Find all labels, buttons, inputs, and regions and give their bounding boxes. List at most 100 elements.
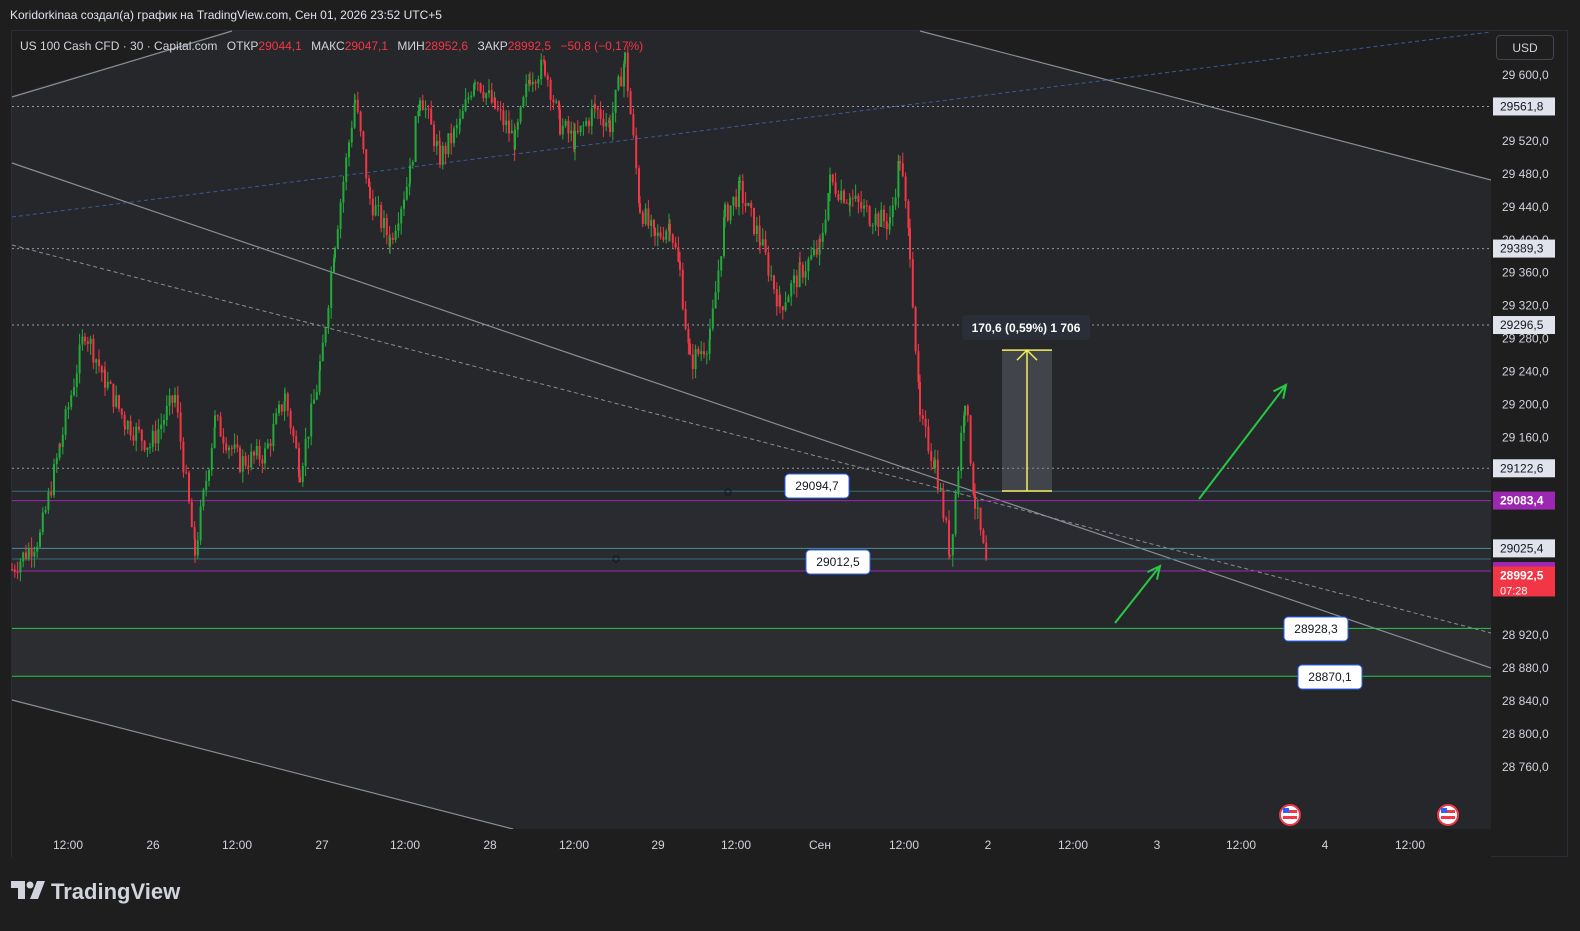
candle-down[interactable] bbox=[171, 395, 174, 403]
candle-down[interactable] bbox=[109, 381, 112, 384]
candle-down[interactable] bbox=[779, 294, 781, 307]
candle-up[interactable] bbox=[720, 256, 723, 271]
candle-down[interactable] bbox=[599, 109, 602, 119]
candle-up[interactable] bbox=[714, 292, 717, 309]
candle-up[interactable] bbox=[210, 447, 213, 471]
candle-down[interactable] bbox=[98, 359, 100, 366]
candle-down[interactable] bbox=[588, 120, 590, 127]
candle-up[interactable] bbox=[807, 259, 810, 272]
candle-down[interactable] bbox=[427, 108, 430, 110]
candle-up[interactable] bbox=[374, 205, 377, 216]
candle-up[interactable] bbox=[793, 275, 795, 284]
candle-down[interactable] bbox=[919, 382, 921, 416]
candle-down[interactable] bbox=[433, 124, 435, 147]
candle-down[interactable] bbox=[689, 343, 691, 355]
candle-down[interactable] bbox=[25, 552, 27, 559]
candle-up[interactable] bbox=[747, 203, 750, 206]
candle-down[interactable] bbox=[945, 518, 948, 521]
candle-down[interactable] bbox=[609, 120, 611, 132]
candle-down[interactable] bbox=[921, 415, 924, 419]
candle-up[interactable] bbox=[897, 161, 900, 198]
candle-down[interactable] bbox=[697, 348, 700, 354]
candle-up[interactable] bbox=[824, 219, 827, 233]
candle-down[interactable] bbox=[230, 447, 233, 449]
candle-down[interactable] bbox=[365, 149, 368, 179]
candle-down[interactable] bbox=[502, 110, 505, 126]
candle-up[interactable] bbox=[470, 95, 473, 98]
candle-up[interactable] bbox=[160, 424, 163, 430]
candle-up[interactable] bbox=[324, 328, 327, 343]
candle-down[interactable] bbox=[735, 196, 738, 208]
candle-down[interactable] bbox=[677, 247, 680, 262]
candle-up[interactable] bbox=[419, 100, 421, 111]
candle-down[interactable] bbox=[948, 520, 950, 555]
candle-up[interactable] bbox=[47, 491, 50, 510]
candle-up[interactable] bbox=[770, 275, 773, 277]
candle-up[interactable] bbox=[522, 97, 525, 107]
candle-down[interactable] bbox=[385, 218, 388, 236]
candle-down[interactable] bbox=[647, 208, 650, 226]
candle-up[interactable] bbox=[318, 370, 321, 392]
candle-down[interactable] bbox=[942, 489, 945, 519]
candle-up[interactable] bbox=[228, 447, 230, 451]
candle-down[interactable] bbox=[100, 365, 103, 373]
candle-down[interactable] bbox=[831, 174, 834, 183]
candle-up[interactable] bbox=[278, 404, 280, 414]
tradingview-footer[interactable]: TradingView bbox=[11, 878, 180, 908]
candle-down[interactable] bbox=[972, 463, 975, 495]
candle-down[interactable] bbox=[775, 289, 778, 307]
candle-down[interactable] bbox=[546, 75, 549, 80]
candle-down[interactable] bbox=[687, 329, 690, 344]
candle-up[interactable] bbox=[53, 464, 55, 496]
candle-up[interactable] bbox=[617, 76, 620, 90]
candle-down[interactable] bbox=[176, 395, 179, 413]
candle-up[interactable] bbox=[233, 444, 236, 449]
candle-up[interactable] bbox=[36, 546, 39, 552]
candle-up[interactable] bbox=[441, 145, 444, 165]
candle-down[interactable] bbox=[190, 501, 193, 528]
candle-up[interactable] bbox=[414, 116, 417, 162]
candle-down[interactable] bbox=[118, 395, 120, 409]
candle-down[interactable] bbox=[966, 405, 969, 416]
candle-up[interactable] bbox=[78, 344, 81, 374]
candle-down[interactable] bbox=[596, 107, 599, 110]
candle-up[interactable] bbox=[485, 93, 488, 99]
candle-down[interactable] bbox=[359, 111, 362, 132]
candle-up[interactable] bbox=[871, 225, 874, 227]
candle-up[interactable] bbox=[95, 359, 98, 363]
candle-down[interactable] bbox=[529, 80, 531, 85]
candle-down[interactable] bbox=[781, 306, 784, 311]
candle-down[interactable] bbox=[244, 456, 247, 466]
candle-up[interactable] bbox=[81, 336, 84, 345]
candle-down[interactable] bbox=[834, 182, 837, 195]
candle-up[interactable] bbox=[199, 506, 202, 541]
candle-down[interactable] bbox=[86, 341, 89, 344]
candle-up[interactable] bbox=[389, 237, 391, 247]
candle-up[interactable] bbox=[474, 82, 476, 85]
candle-down[interactable] bbox=[819, 239, 821, 242]
candle-up[interactable] bbox=[214, 415, 216, 428]
candle-up[interactable] bbox=[146, 447, 149, 450]
candle-up[interactable] bbox=[519, 106, 522, 123]
candle-up[interactable] bbox=[700, 351, 703, 354]
candle-up[interactable] bbox=[705, 353, 708, 355]
candle-down[interactable] bbox=[899, 161, 901, 164]
candle-down[interactable] bbox=[216, 415, 219, 417]
candle-up[interactable] bbox=[505, 120, 508, 126]
candle-up[interactable] bbox=[339, 202, 342, 230]
candle-down[interactable] bbox=[444, 145, 447, 154]
candle-down[interactable] bbox=[845, 202, 848, 204]
candle-down[interactable] bbox=[744, 202, 747, 206]
candle-down[interactable] bbox=[795, 275, 798, 288]
candle-up[interactable] bbox=[761, 239, 764, 246]
candle-up[interactable] bbox=[345, 157, 348, 182]
candle-up[interactable] bbox=[585, 120, 588, 126]
candle-up[interactable] bbox=[405, 186, 408, 200]
candle-down[interactable] bbox=[16, 571, 19, 573]
candle-down[interactable] bbox=[112, 383, 115, 407]
candle-up[interactable] bbox=[650, 220, 653, 226]
candle-down[interactable] bbox=[851, 198, 854, 200]
candle-down[interactable] bbox=[901, 163, 904, 177]
candle-up[interactable] bbox=[525, 83, 528, 98]
candle-up[interactable] bbox=[44, 509, 47, 513]
